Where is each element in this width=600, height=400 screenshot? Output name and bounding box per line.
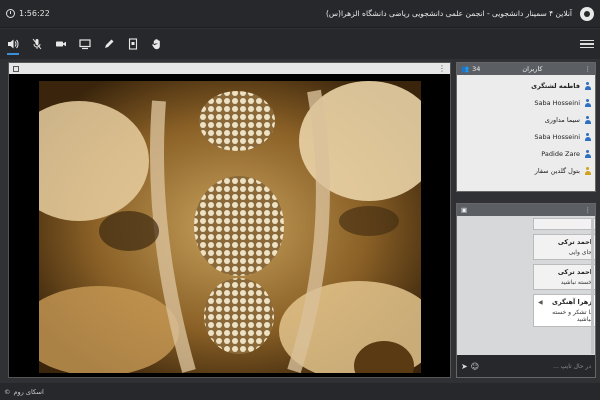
user-list: فاطمه لشتگری Saba Hosseini سیما مداوری S… [457, 75, 595, 181]
message-text: با تشکر و خسته نباشید [552, 309, 592, 323]
users-icon: 👥 [461, 65, 470, 73]
user-row[interactable]: فاطمه لشتگری [461, 77, 591, 94]
user-row[interactable]: Padide Zare [461, 145, 591, 162]
mic-button[interactable] [26, 33, 48, 55]
user-row[interactable]: بتول گلدین سفار [461, 162, 591, 179]
emoji-icon[interactable]: ☺ [471, 362, 479, 371]
message-text: جای وایی [568, 249, 592, 256]
user-name: سیما مداوری [544, 115, 580, 124]
more-options-icon[interactable]: ⋮ [438, 64, 446, 73]
speaker-icon [8, 39, 19, 49]
user-name: بتول گلدین سفار [534, 166, 580, 175]
brand-label: اسکای روم [13, 387, 44, 396]
chat-icon: ▣ [461, 206, 468, 214]
fractal-image [39, 81, 421, 373]
message-text: خسته نباشید [560, 279, 592, 286]
screen-share-button[interactable] [74, 33, 96, 55]
shared-video-frame [39, 81, 421, 373]
room-title: آنلاین ۴ سمینار دانشجویی - انجمن علمی دا… [325, 9, 572, 18]
chat-panel-header: ▣ ⋮ [457, 204, 595, 216]
chat-messages: احمد ترکی جای وایی احمد ترکی خسته نباشید… [457, 216, 595, 356]
raise-hand-icon [152, 39, 160, 50]
video-panel-header: ⋮ [9, 63, 450, 74]
more-options-icon[interactable]: ⋮ [585, 206, 592, 214]
message-author: احمد ترکی [557, 268, 592, 276]
user-row[interactable]: Saba Hosseini [461, 94, 591, 111]
user-name: Saba Hosseini [534, 98, 580, 107]
speaker-button[interactable] [2, 33, 24, 55]
chat-message: احمد ترکی جای وایی [533, 234, 595, 260]
person-icon [584, 132, 591, 141]
person-icon [584, 166, 591, 175]
clock-icon [6, 9, 15, 18]
person-icon [584, 149, 591, 158]
user-name: Padide Zare [541, 149, 580, 158]
session-time: 1:56:22 [19, 9, 50, 18]
chat-scrollbar[interactable] [591, 218, 594, 354]
user-name: فاطمه لشتگری [531, 81, 580, 90]
toolbar [0, 29, 600, 59]
camera-button[interactable] [50, 33, 72, 55]
hamburger-menu-icon[interactable] [580, 37, 594, 51]
person-icon [584, 81, 591, 90]
footer: © اسکای روم [0, 383, 600, 400]
users-panel: 👥 34 کاربران ⋮ فاطمه لشتگری Saba Hossein… [456, 62, 596, 192]
pen-button[interactable] [98, 33, 120, 55]
app-window: 1:56:22 آنلاین ۴ سمینار دانشجویی - انجمن… [0, 0, 600, 400]
message-author: زهرا آهنگری [552, 298, 592, 306]
chat-message: احمد ترکی خسته نباشید [533, 264, 595, 290]
users-panel-header: 👥 34 کاربران ⋮ [457, 63, 595, 75]
message-author: احمد ترکی [557, 238, 592, 246]
camera-icon [56, 41, 66, 47]
chat-panel: ▣ ⋮ احمد ترکی جای وایی احمد ترکی خسته نب… [456, 203, 596, 378]
user-name: Saba Hosseini [534, 132, 580, 141]
person-icon [584, 98, 591, 107]
chat-message [533, 218, 595, 230]
send-icon[interactable]: ➤ [461, 362, 468, 371]
reply-icon[interactable]: ◀ [538, 299, 543, 306]
mic-muted-icon [32, 38, 42, 50]
screen-share-icon [79, 39, 91, 50]
more-options-icon[interactable]: ⋮ [584, 65, 591, 73]
pen-icon [105, 39, 114, 48]
user-row[interactable]: Saba Hosseini [461, 128, 591, 145]
user-row[interactable]: سیما مداوری [461, 111, 591, 128]
chat-message: زهرا آهنگری ◀ با تشکر و خسته نباشید [533, 294, 595, 327]
file-icon [128, 38, 138, 50]
copyright-icon: © [4, 387, 11, 396]
chat-input-bar: ➤ ☺ [457, 355, 595, 377]
chat-input[interactable] [482, 359, 591, 373]
users-count: 34 [472, 65, 481, 73]
expand-icon[interactable] [13, 65, 19, 72]
person-icon [584, 115, 591, 124]
raise-hand-button[interactable] [146, 33, 168, 55]
video-panel: ⋮ [8, 62, 451, 378]
title-bar: 1:56:22 آنلاین ۴ سمینار دانشجویی - انجمن… [0, 0, 600, 28]
session-timer: 1:56:22 [0, 9, 80, 18]
users-header-label: کاربران [522, 65, 543, 73]
file-button[interactable] [122, 33, 144, 55]
app-logo-icon [580, 6, 594, 21]
